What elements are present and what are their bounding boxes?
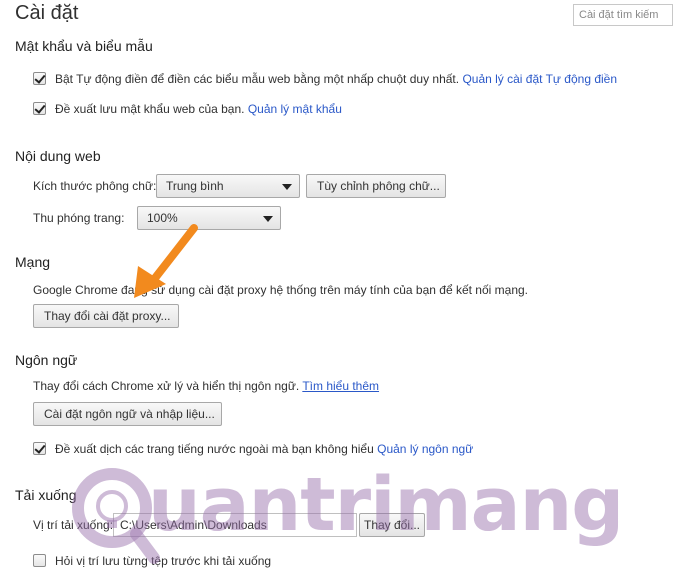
section-title-downloads: Tải xuống [15,487,77,503]
settings-page: Cài đặt Mật khẩu và biểu mẫu Bật Tự động… [0,0,678,572]
search-input[interactable] [573,4,673,26]
languages-description: Thay đổi cách Chrome xử lý và hiển thị n… [33,379,300,393]
font-size-value: Trung bình [166,179,224,193]
change-download-location-button[interactable]: Thay đổi... [359,513,425,537]
chevron-down-icon [282,184,292,190]
section-title-passwords: Mật khẩu và biểu mẫu [15,38,153,54]
font-size-select[interactable]: Trung bình [156,174,300,198]
page-zoom-select[interactable]: 100% [137,206,281,230]
translate-label: Đề xuất dịch các trang tiếng nước ngoài … [55,442,374,456]
manage-autofill-link[interactable]: Quản lý cài đặt Tự động điền [462,72,617,86]
learn-more-link[interactable]: Tìm hiểu thêm [302,379,379,393]
manage-passwords-link[interactable]: Quản lý mật khẩu [248,102,342,116]
change-proxy-button[interactable]: Thay đổi cài đặt proxy... [33,304,179,328]
save-passwords-label: Đề xuất lưu mật khẩu web của bạn. [55,102,245,116]
ask-location-label: Hỏi vị trí lưu từng tệp trước khi tải xu… [55,554,272,568]
save-passwords-checkbox[interactable] [33,102,46,115]
chevron-down-icon [263,216,273,222]
section-title-network: Mạng [15,254,51,270]
section-title-web-content: Nội dung web [15,148,101,164]
page-zoom-value: 100% [147,211,178,225]
page-title: Cài đặt [15,2,79,24]
autofill-row: Bật Tự động điền để điền các biểu mẫu we… [55,72,617,86]
download-location-label: Vị trí tải xuống: [33,518,114,532]
ask-location-checkbox[interactable] [33,554,46,567]
manage-languages-link[interactable]: Quản lý ngôn ngữ [377,442,473,456]
customize-fonts-button[interactable]: Tùy chỉnh phông chữ... [306,174,446,198]
download-location-field[interactable]: C:\Users\Admin\Downloads [113,513,357,537]
page-zoom-label: Thu phóng trang: [33,211,125,225]
language-settings-button[interactable]: Cài đặt ngôn ngữ và nhập liệu... [33,402,222,426]
save-passwords-row: Đề xuất lưu mật khẩu web của bạn. Quản l… [55,102,342,116]
translate-checkbox[interactable] [33,442,46,455]
translate-row: Đề xuất dịch các trang tiếng nước ngoài … [55,442,473,456]
autofill-label: Bật Tự động điền để điền các biểu mẫu we… [55,72,460,86]
network-description: Google Chrome đang sử dụng cài đặt proxy… [33,283,529,297]
autofill-checkbox[interactable] [33,72,46,85]
section-title-languages: Ngôn ngữ [15,352,78,368]
languages-row: Thay đổi cách Chrome xử lý và hiển thị n… [33,379,379,393]
font-size-label: Kích thước phông chữ: [33,179,157,193]
